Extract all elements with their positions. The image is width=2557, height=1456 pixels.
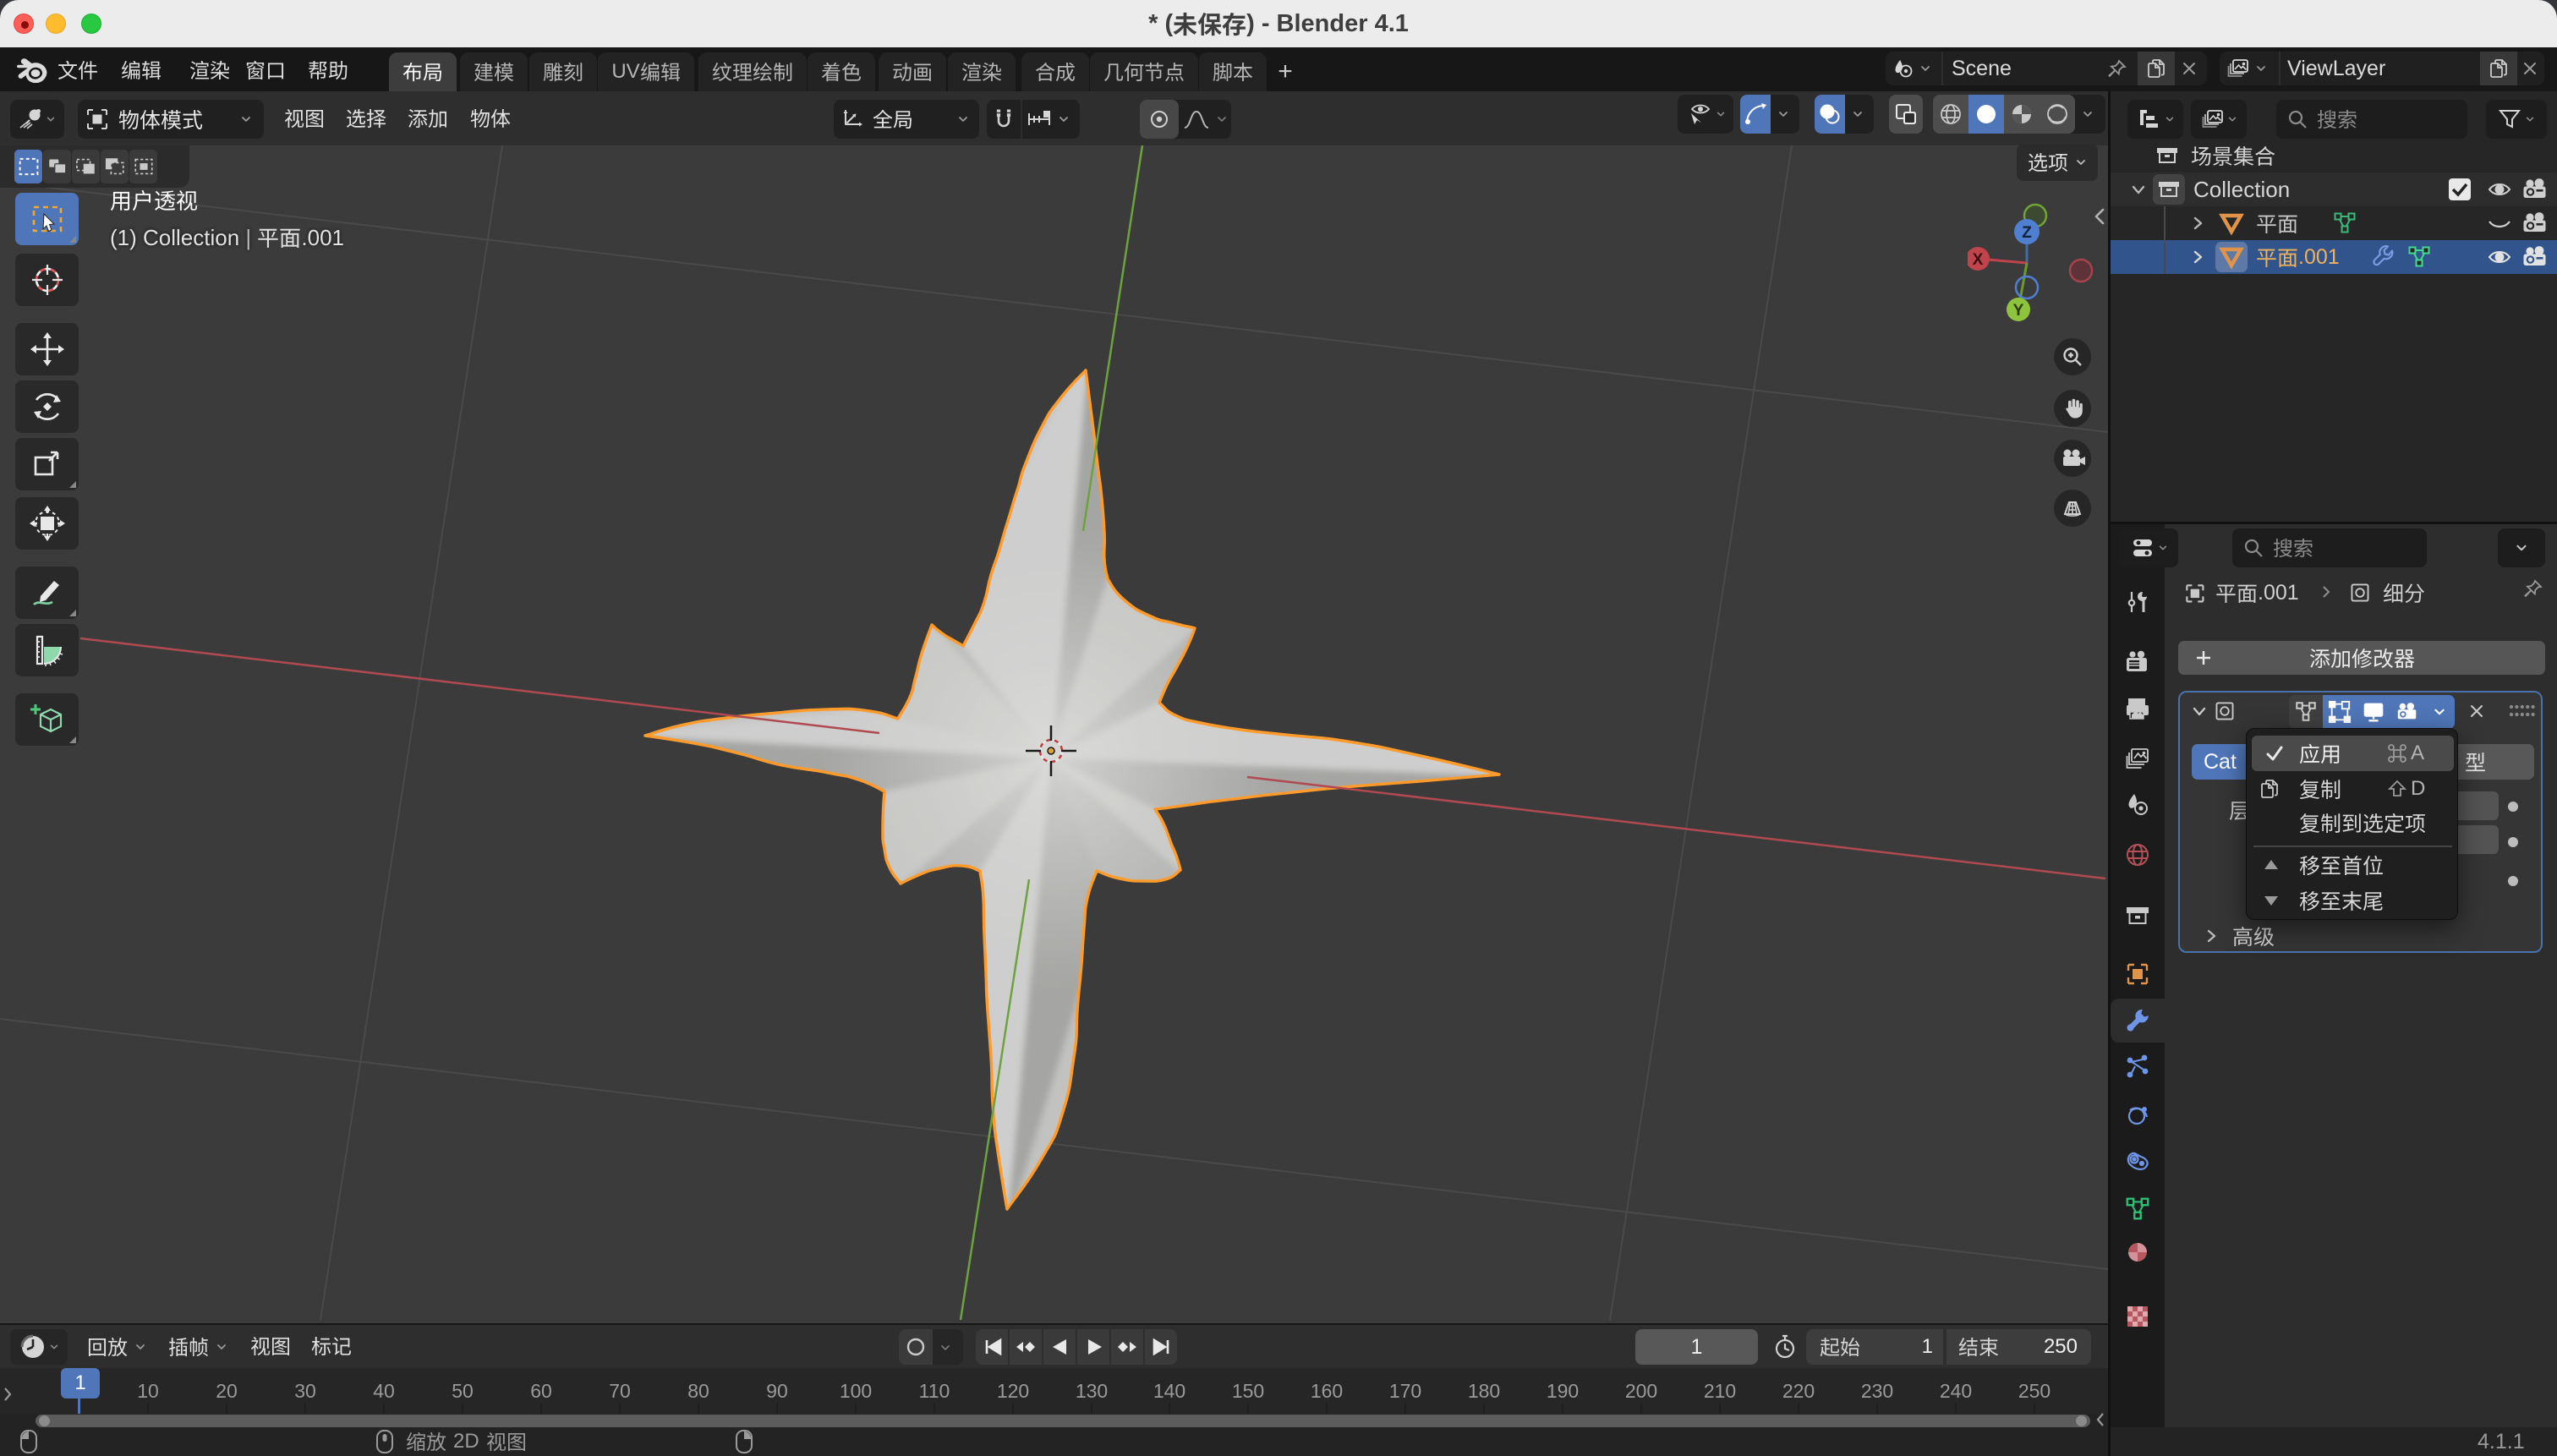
svg-text:40: 40 (373, 1380, 395, 1402)
svg-text:10: 10 (137, 1380, 159, 1402)
svg-text:50: 50 (452, 1380, 474, 1402)
svg-text:120: 120 (997, 1380, 1029, 1402)
svg-text:20: 20 (216, 1380, 238, 1402)
svg-text:80: 80 (687, 1380, 709, 1402)
svg-text:220: 220 (1782, 1380, 1815, 1402)
svg-text:70: 70 (609, 1380, 631, 1402)
svg-text:130: 130 (1076, 1380, 1108, 1402)
svg-text:160: 160 (1311, 1380, 1343, 1402)
svg-text:190: 190 (1547, 1380, 1579, 1402)
svg-text:210: 210 (1704, 1380, 1736, 1402)
svg-text:100: 100 (840, 1380, 872, 1402)
svg-text:30: 30 (294, 1380, 316, 1402)
svg-text:250: 250 (2018, 1380, 2051, 1402)
svg-text:110: 110 (919, 1380, 950, 1402)
svg-text:240: 240 (1940, 1380, 1972, 1402)
svg-text:60: 60 (530, 1380, 552, 1402)
svg-text:140: 140 (1153, 1380, 1185, 1402)
svg-text:180: 180 (1468, 1380, 1500, 1402)
svg-text:230: 230 (1861, 1380, 1893, 1402)
svg-text:170: 170 (1389, 1380, 1421, 1402)
svg-text:Z: Z (2022, 224, 2032, 242)
svg-text:90: 90 (766, 1380, 788, 1402)
svg-text:X: X (1973, 251, 1984, 269)
svg-text:150: 150 (1232, 1380, 1264, 1402)
svg-text:Y: Y (2013, 302, 2024, 320)
svg-text:200: 200 (1625, 1380, 1657, 1402)
